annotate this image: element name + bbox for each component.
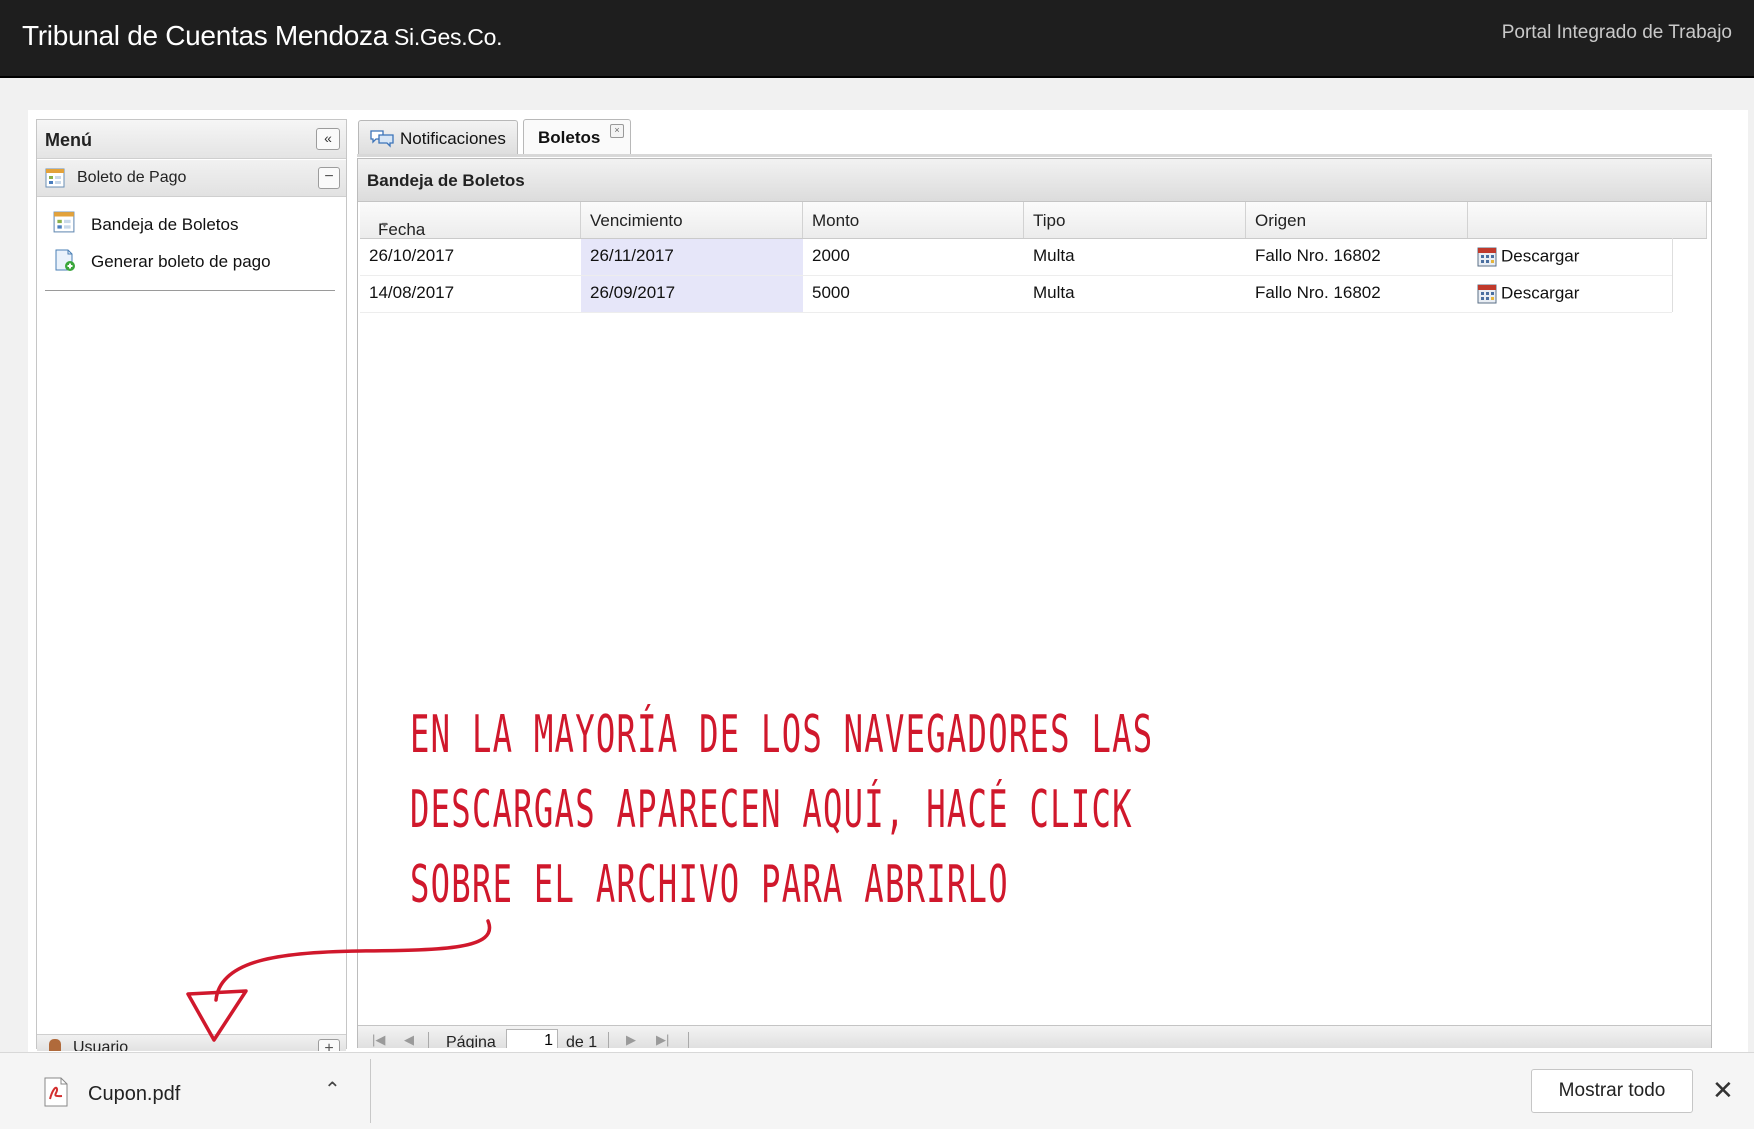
last-page-button[interactable]: ▶| (656, 1032, 669, 1048)
annotation-line: En la mayoría de los navegadores las (410, 705, 1154, 765)
column-header-fecha[interactable]: Fecha ▾ (360, 202, 581, 239)
download-label: Descargar (1501, 246, 1580, 266)
download-link[interactable]: Descargar (1468, 276, 1672, 312)
annotation-line: descargas aparecen aquí, hacé click (410, 780, 1133, 840)
speech-bubbles-icon (370, 130, 394, 148)
column-label: Origen (1255, 211, 1307, 230)
tab-strip-divider (357, 154, 1712, 157)
cell-vencimiento: 26/11/2017 (581, 239, 803, 275)
prev-page-button[interactable]: ◀ (404, 1032, 414, 1048)
cell-fecha: 14/08/2017 (369, 283, 455, 302)
column-header-monto[interactable]: Monto (803, 202, 1024, 238)
column-label: Tipo (1033, 211, 1066, 230)
pager-separator (428, 1032, 429, 1048)
tab-label: Notificaciones (400, 129, 506, 148)
pager-separator (688, 1032, 689, 1048)
next-page-button[interactable]: ▶ (626, 1032, 636, 1048)
first-page-button[interactable]: |◀ (372, 1032, 385, 1048)
table-row[interactable]: 26/10/2017 26/11/2017 2000 Multa Fallo N… (360, 239, 1672, 276)
cell-monto: 5000 (812, 283, 850, 302)
cell-tipo: Multa (1033, 246, 1075, 265)
grid-header: Fecha ▾ Vencimiento Monto Tipo Origen (360, 202, 1707, 239)
grid-report-icon (53, 211, 75, 233)
cell-origen: Fallo Nro. 16802 (1255, 246, 1381, 265)
column-header-actions (1468, 202, 1707, 238)
section-label: Usuario (73, 1039, 129, 1051)
menu-title: Menú (45, 130, 92, 150)
printer-calculator-icon (1477, 247, 1497, 267)
printer-calculator-icon (1477, 284, 1497, 304)
download-bar: Cupon.pdf ⌃ Mostrar todo ✕ (0, 1052, 1754, 1129)
download-file-name: Cupon.pdf (88, 1083, 181, 1105)
top-bar: Tribunal de Cuentas Mendoza Si.Ges.Co. Po… (0, 0, 1754, 78)
collapse-section-button[interactable]: − (318, 167, 340, 189)
column-header-vencimiento[interactable]: Vencimiento (581, 202, 803, 238)
panel-title: Bandeja de Boletos (367, 171, 525, 190)
tab-boletos[interactable]: Boletos × (523, 119, 631, 155)
grid-report-icon (45, 168, 65, 188)
panel-header: Bandeja de Boletos (358, 159, 1711, 202)
cell-fecha: 26/10/2017 (369, 246, 455, 265)
table-row[interactable]: 14/08/2017 26/09/2017 5000 Multa Fallo N… (360, 276, 1672, 313)
cell-vencimiento: 26/09/2017 (581, 276, 803, 312)
column-header-origen[interactable]: Origen (1246, 202, 1468, 238)
section-label: Boleto de Pago (77, 169, 187, 186)
download-label: Descargar (1501, 283, 1580, 303)
user-icon (49, 1039, 61, 1051)
menu-item-label: Generar boleto de pago (91, 252, 271, 271)
column-header-tipo[interactable]: Tipo (1024, 202, 1246, 238)
portal-link[interactable]: Portal Integrado de Trabajo (1502, 22, 1732, 44)
menu-divider (45, 290, 335, 291)
document-add-icon (55, 249, 75, 271)
collapse-menu-button[interactable]: « (316, 128, 340, 150)
chevron-up-icon[interactable]: ⌃ (324, 1077, 341, 1102)
section-usuario[interactable]: Usuario + (37, 1034, 346, 1051)
annotation-text: En la mayoría de los navegadores las des… (410, 698, 1154, 923)
cell-tipo: Multa (1033, 283, 1075, 302)
app-title-text: Tribunal de Cuentas Mendoza (22, 20, 388, 51)
annotation-line: sobre el archivo para abrirlo (410, 855, 1009, 915)
pdf-file-icon (44, 1077, 68, 1107)
download-divider (370, 1059, 371, 1123)
page-count-label: de 1 (566, 1034, 598, 1048)
menu-panel: Menú « Boleto de Pago − Bandeja de Bolet… (36, 119, 347, 1051)
menu-header: Menú « (37, 120, 346, 159)
sort-desc-icon: ▾ (382, 220, 388, 231)
tab-label: Boletos (538, 128, 601, 147)
section-boleto-de-pago[interactable]: Boleto de Pago − (37, 160, 346, 197)
page-number-input[interactable] (506, 1029, 558, 1048)
app-title: Tribunal de Cuentas Mendoza Si.Ges.Co. (22, 20, 503, 52)
app-subtitle: Si.Ges.Co. (393, 24, 503, 50)
page-label: Página (446, 1034, 496, 1048)
menu-item-label: Bandeja de Boletos (91, 215, 239, 234)
close-icon[interactable]: ✕ (1712, 1075, 1734, 1106)
show-all-button[interactable]: Mostrar todo (1531, 1069, 1693, 1113)
column-label: Vencimiento (590, 211, 683, 230)
expand-section-button[interactable]: + (318, 1039, 340, 1051)
cell-origen: Fallo Nro. 16802 (1255, 283, 1381, 302)
download-link[interactable]: Descargar (1468, 239, 1672, 275)
row-edge (1672, 238, 1673, 312)
tab-notificaciones[interactable]: Notificaciones (358, 120, 518, 154)
column-label: Monto (812, 211, 860, 230)
close-tab-icon[interactable]: × (610, 124, 624, 138)
paging-toolbar: |◀ ◀ Página de 1 ▶ ▶| (358, 1025, 1711, 1048)
cell-monto: 2000 (812, 246, 850, 265)
pager-separator (608, 1032, 609, 1048)
